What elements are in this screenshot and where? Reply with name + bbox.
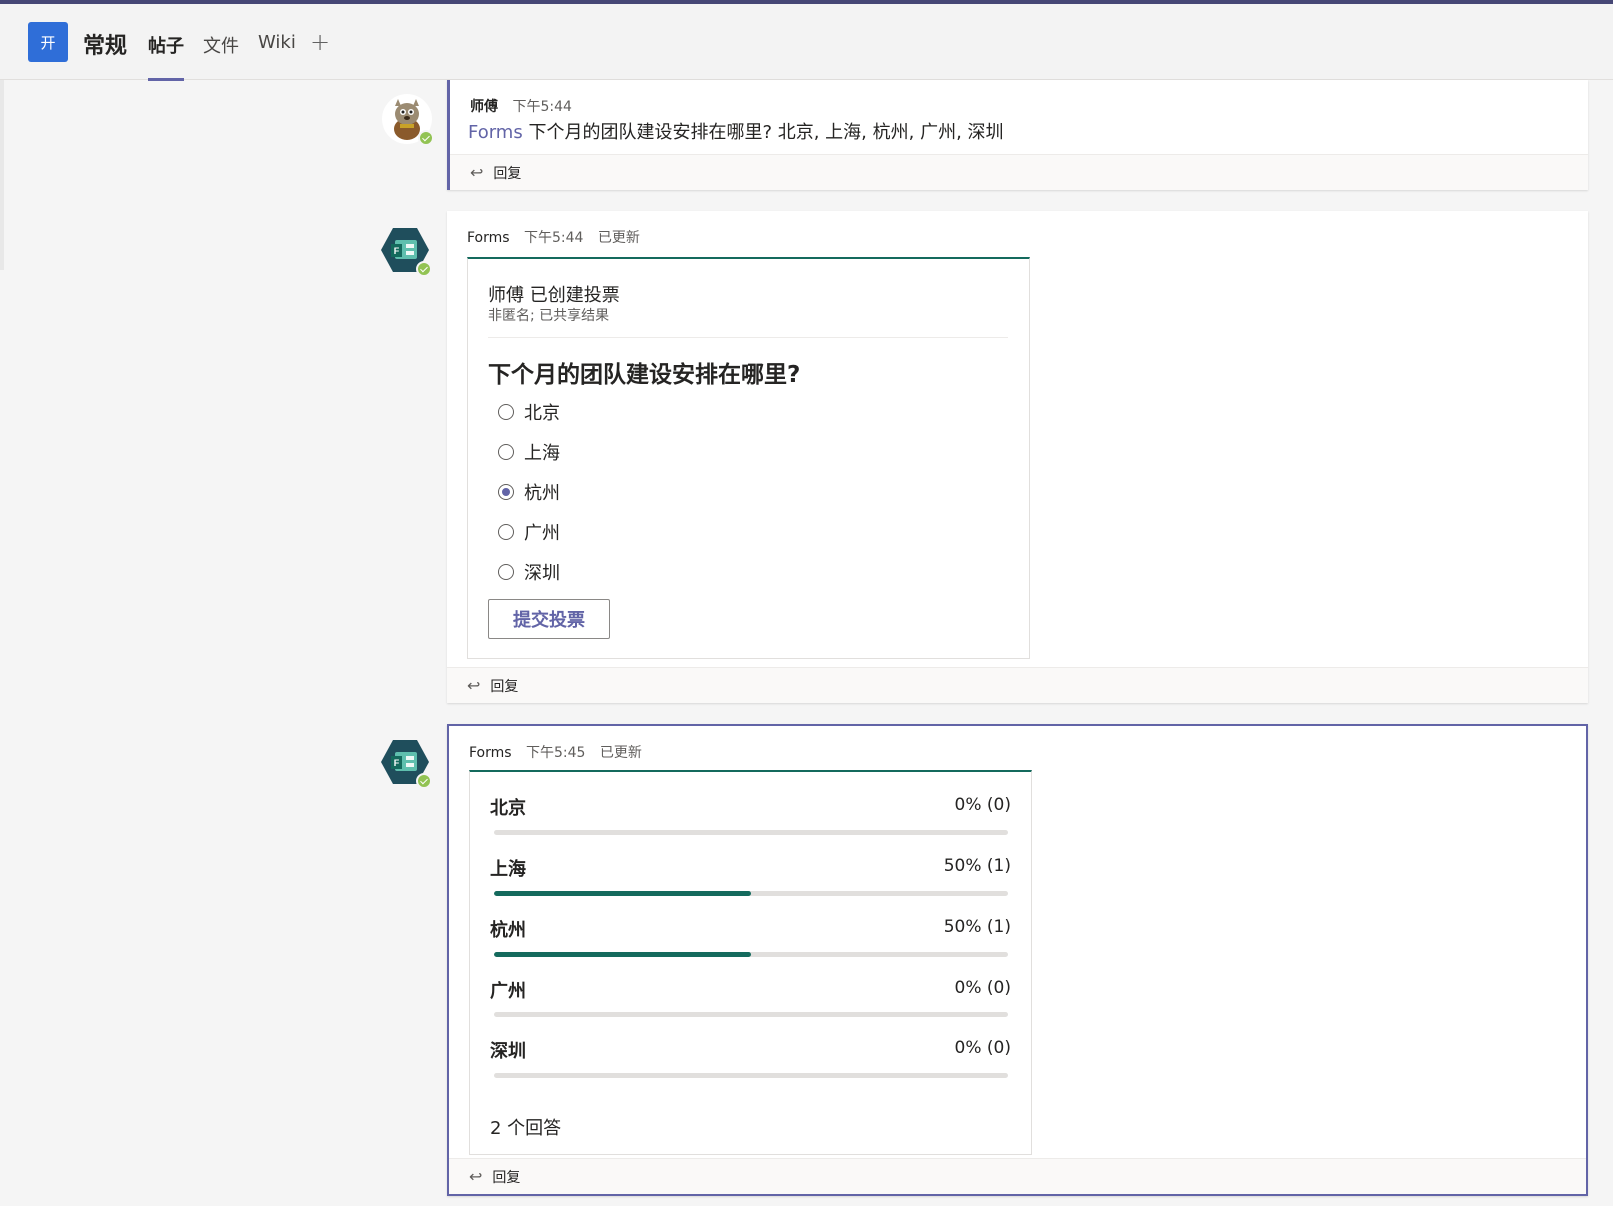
message-sender[interactable]: Forms — [469, 745, 512, 761]
reply-arrow-icon: ↩ — [470, 163, 484, 182]
presence-available-icon — [418, 130, 434, 146]
reply-label: 回复 — [490, 678, 519, 695]
poll-creator-line: 师傅 已创建投票 — [488, 285, 620, 306]
result-option-value: 0% (0) — [954, 978, 1011, 998]
result-progress-track — [494, 952, 1008, 957]
forms-app-avatar[interactable]: F — [380, 737, 432, 789]
poll-message-card[interactable]: Forms 下午5:44 已更新 师傅 已创建投票 非匿名; 已共享结果 下个月… — [447, 211, 1588, 703]
poll-option-label[interactable]: 上海 — [524, 439, 560, 465]
poll-option-radio[interactable] — [498, 404, 514, 420]
message-text: 下个月的团队建设安排在哪里? 北京, 上海, 杭州, 广州, 深圳 — [528, 122, 1004, 143]
result-option-label: 广州 — [490, 981, 526, 1002]
reply-bar[interactable]: ↩ 回复 — [447, 667, 1588, 703]
team-avatar[interactable]: 开 — [28, 22, 68, 62]
poll-option-radio[interactable] — [498, 524, 514, 540]
poll-option-label[interactable]: 广州 — [524, 519, 560, 545]
result-progress-track — [494, 1012, 1008, 1017]
message-time: 下午5:45 — [526, 745, 586, 761]
message-card[interactable]: 师傅 下午5:44 Forms 下个月的团队建设安排在哪里? 北京, 上海, 杭… — [447, 80, 1588, 190]
result-progress-track — [494, 830, 1008, 835]
left-rail-edge — [0, 80, 4, 270]
result-option-label: 杭州 — [490, 920, 526, 941]
poll-results-message-card[interactable]: Forms 下午5:45 已更新 北京 0% (0) 上海 50% (1) 杭州… — [447, 724, 1588, 1196]
svg-text:F: F — [394, 246, 400, 256]
presence-available-icon — [416, 773, 432, 789]
reply-arrow-icon: ↩ — [467, 676, 481, 695]
forms-app-avatar[interactable]: F — [380, 225, 432, 277]
poll-divider — [488, 337, 1008, 338]
result-option-value: 50% (1) — [943, 917, 1011, 937]
result-progress-fill — [494, 891, 751, 896]
reply-label: 回复 — [492, 1169, 521, 1186]
message-sender[interactable]: Forms — [467, 230, 510, 246]
result-progress-fill — [494, 952, 751, 957]
forms-app-tag[interactable]: Forms — [468, 122, 523, 143]
poll-question: 下个月的团队建设安排在哪里? — [488, 362, 801, 388]
result-option-value: 0% (0) — [954, 795, 1011, 815]
channel-title: 常规 — [83, 34, 128, 59]
reply-bar[interactable]: ↩ 回复 — [450, 154, 1588, 190]
tab-posts[interactable]: 帖子 — [148, 32, 184, 58]
result-option-label: 上海 — [490, 859, 526, 880]
result-option-value: 0% (0) — [954, 1038, 1011, 1058]
poll-results-card: 北京 0% (0) 上海 50% (1) 杭州 50% (1) 广州 0% (0… — [469, 770, 1032, 1155]
add-tab-button[interactable]: + — [310, 28, 330, 56]
poll-option-radio-selected[interactable] — [498, 484, 514, 500]
tab-files[interactable]: 文件 — [203, 32, 239, 58]
message-sender[interactable]: 师傅 — [470, 99, 498, 115]
poll-option-label[interactable]: 杭州 — [524, 479, 560, 505]
edited-label: 已更新 — [597, 230, 640, 246]
user-avatar[interactable] — [382, 94, 434, 146]
submit-vote-button[interactable]: 提交投票 — [488, 599, 610, 639]
channel-header: 开 常规 帖子 文件 Wiki + — [0, 4, 1613, 81]
result-progress-track — [494, 891, 1008, 896]
edited-label: 已更新 — [599, 745, 642, 761]
presence-available-icon — [416, 261, 432, 277]
message-time: 下午5:44 — [524, 230, 584, 246]
message-time: 下午5:44 — [512, 99, 572, 115]
active-tab-indicator — [148, 78, 184, 81]
poll-settings-line: 非匿名; 已共享结果 — [488, 308, 610, 324]
poll-option-radio[interactable] — [498, 444, 514, 460]
poll-card: 师傅 已创建投票 非匿名; 已共享结果 下个月的团队建设安排在哪里? 北京 上海… — [467, 257, 1030, 659]
result-option-label: 深圳 — [490, 1041, 526, 1062]
response-count: 2 个回答 — [490, 1118, 562, 1139]
result-option-value: 50% (1) — [943, 856, 1011, 876]
reply-bar[interactable]: ↩ 回复 — [449, 1158, 1586, 1194]
result-progress-track — [494, 1073, 1008, 1078]
reply-arrow-icon: ↩ — [469, 1167, 483, 1186]
poll-option-radio[interactable] — [498, 564, 514, 580]
message-body: Forms 下个月的团队建设安排在哪里? 北京, 上海, 杭州, 广州, 深圳 — [468, 118, 1004, 144]
svg-text:F: F — [394, 758, 400, 768]
poll-option-label[interactable]: 深圳 — [524, 559, 560, 585]
result-option-label: 北京 — [490, 798, 526, 819]
tab-wiki[interactable]: Wiki — [258, 32, 296, 53]
reply-label: 回复 — [493, 165, 522, 182]
poll-option-label[interactable]: 北京 — [524, 399, 560, 425]
